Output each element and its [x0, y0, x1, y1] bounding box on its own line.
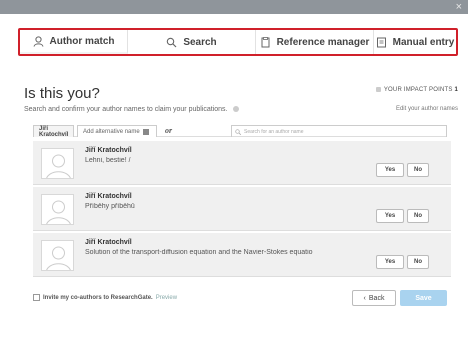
list-item: Jiří Kratochvíl Solution of the transpor…: [33, 233, 451, 277]
author-name-chip[interactable]: Jiří Kratochvíl: [33, 125, 74, 138]
back-button[interactable]: ‹ Back: [352, 290, 396, 306]
close-icon[interactable]: ×: [456, 1, 462, 13]
person-icon: [33, 35, 44, 47]
tab-label: Manual entry: [392, 36, 455, 48]
tab-search[interactable]: Search: [128, 30, 256, 54]
info-icon[interactable]: [233, 106, 240, 113]
tab-label: Reference manager: [276, 36, 370, 48]
page-subtitle: Search and confirm your author names to …: [24, 106, 240, 113]
avatar: [41, 240, 74, 271]
list-item: Jiří Kratochvíl Příběhy příběhů Yes No: [33, 187, 451, 231]
invite-label: Invite my co-authors to ResearchGate.: [43, 294, 153, 301]
invite-coauthors: Invite my co-authors to ResearchGate. Pr…: [33, 294, 177, 301]
subtitle-text: Search and confirm your author names to …: [24, 106, 228, 113]
invite-checkbox[interactable]: [33, 294, 40, 301]
search-placeholder: Search for an author name: [244, 128, 304, 135]
impact-icon: [375, 87, 381, 92]
tab-label: Author match: [49, 35, 115, 47]
tab-label: Search: [183, 36, 217, 48]
impact-value: 1: [454, 87, 458, 94]
save-button[interactable]: Save: [400, 290, 447, 306]
document-icon: [260, 36, 271, 48]
no-button[interactable]: No: [407, 255, 429, 269]
dialog-footer: Invite my co-authors to ResearchGate. Pr…: [33, 290, 451, 308]
yes-button[interactable]: Yes: [376, 209, 404, 223]
list-item: Jiří Kratochvíl Lehni, bestie! / Yes No: [33, 141, 451, 185]
page-icon: [376, 37, 387, 48]
avatar: [41, 194, 74, 225]
impact-points: YOUR IMPACT POINTS 1: [375, 87, 458, 94]
tab-author-match[interactable]: Author match: [20, 30, 128, 54]
search-icon: [235, 128, 241, 135]
publication-title[interactable]: Příběhy příběhů: [85, 203, 385, 210]
impact-label: YOUR IMPACT POINTS: [383, 87, 453, 94]
tab-reference-manager[interactable]: Reference manager: [256, 30, 374, 54]
search-icon: [166, 37, 177, 48]
edit-author-names-link[interactable]: Edit your author names: [396, 106, 458, 112]
or-separator: or: [165, 126, 173, 135]
add-name-label: Add alternative name: [83, 128, 140, 135]
author-name[interactable]: Jiří Kratochvíl: [85, 239, 132, 246]
add-alternative-name-button[interactable]: Add alternative name: [77, 125, 157, 137]
avatar: [41, 148, 74, 179]
author-names-bar: Jiří Kratochvíl Add alternative name or …: [33, 125, 447, 138]
author-name[interactable]: Jiří Kratochvíl: [85, 193, 132, 200]
yes-button[interactable]: Yes: [376, 255, 404, 269]
no-button[interactable]: No: [407, 163, 429, 177]
author-name[interactable]: Jiří Kratochvíl: [85, 147, 132, 154]
yes-button[interactable]: Yes: [376, 163, 404, 177]
page-title: Is this you?: [24, 85, 100, 102]
source-tabs: Author match Search Reference manager Ma…: [18, 28, 458, 56]
publication-title[interactable]: Lehni, bestie! /: [85, 157, 385, 164]
window-titlebar: ×: [0, 0, 468, 14]
preview-link[interactable]: Preview: [156, 295, 177, 301]
no-button[interactable]: No: [407, 209, 429, 223]
author-search-input[interactable]: Search for an author name: [231, 125, 447, 137]
chevron-left-icon: ‹: [363, 294, 366, 302]
tab-manual-entry[interactable]: Manual entry: [374, 30, 456, 54]
author-match-list: Jiří Kratochvíl Lehni, bestie! / Yes No …: [33, 141, 451, 277]
back-label: Back: [368, 294, 385, 302]
publication-title[interactable]: Solution of the transport-diffusion equa…: [85, 249, 385, 256]
plus-icon: [142, 128, 149, 135]
